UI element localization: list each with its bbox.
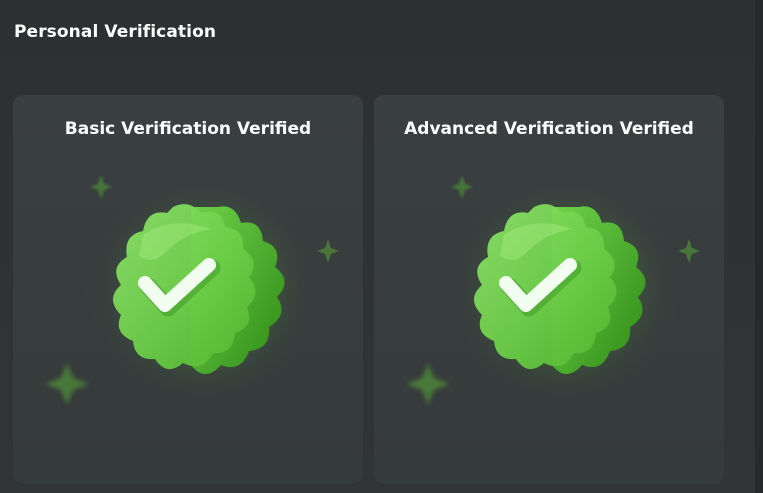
sparkle-icon [317, 239, 339, 263]
scrollbar[interactable] [755, 0, 763, 493]
verified-badge-icon [45, 170, 339, 410]
verified-badge-icon [406, 170, 700, 410]
sparkle-icon [90, 175, 112, 199]
basic-verification-card: Basic Verification Verified [13, 95, 363, 484]
advanced-verification-card: Advanced Verification Verified [374, 95, 724, 484]
personal-verification-page: Personal Verification Basic Verification… [0, 0, 763, 493]
sparkle-icon [678, 239, 700, 263]
sparkle-icon [451, 175, 473, 199]
section-title: Personal Verification [14, 22, 217, 42]
sparkle-icon [45, 363, 89, 405]
sparkle-icon [406, 363, 450, 405]
